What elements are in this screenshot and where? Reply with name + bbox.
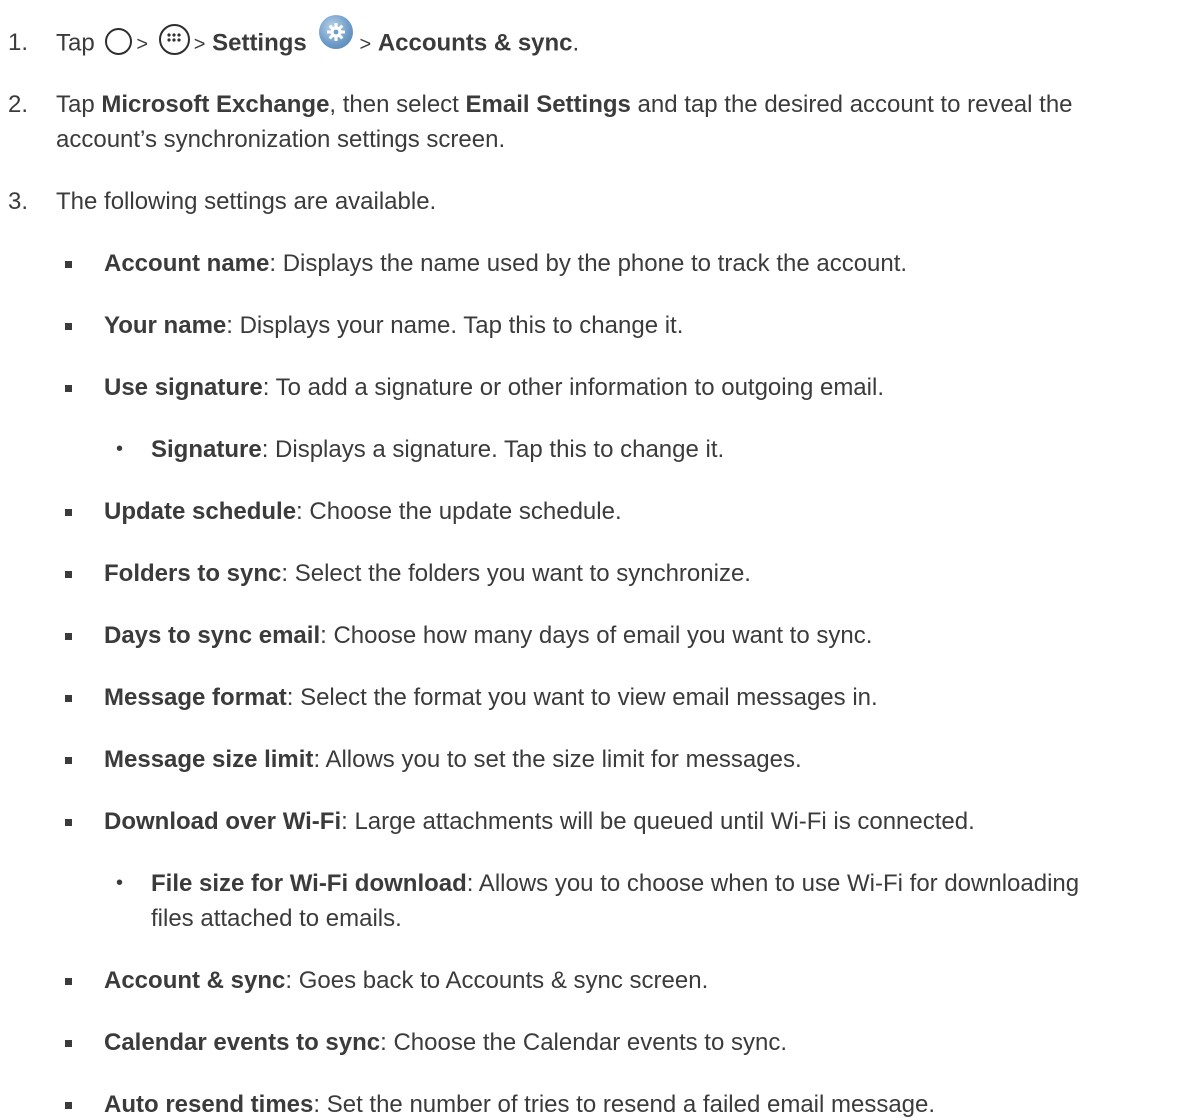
step-text: Tap > > Settings > Accounts & sync. — [56, 15, 579, 61]
dot-bullet: • — [116, 872, 124, 894]
home-icon — [105, 27, 133, 55]
apps-icon — [158, 23, 190, 55]
square-bullet — [65, 819, 72, 826]
step-text: Tap Microsoft Exchange, then select Emai… — [56, 91, 1073, 118]
settings-gear-icon — [319, 15, 354, 49]
square-bullet — [65, 323, 72, 330]
step-number: 1. — [8, 29, 29, 56]
square-bullet — [65, 695, 72, 702]
square-bullet — [65, 571, 72, 578]
step-number: 2. — [8, 91, 29, 118]
square-bullet — [65, 633, 72, 640]
square-bullet — [65, 509, 72, 516]
square-bullet — [65, 978, 72, 985]
dot-bullet: • — [116, 438, 124, 460]
step-number: 3. — [8, 188, 29, 215]
accounts-sync-label: Accounts & sync — [377, 29, 573, 57]
square-bullet — [65, 1102, 72, 1109]
square-bullet — [65, 385, 72, 392]
square-bullet — [65, 261, 72, 268]
square-bullet — [65, 1040, 72, 1047]
square-bullet — [65, 757, 72, 764]
settings-label: Settings — [212, 29, 307, 57]
